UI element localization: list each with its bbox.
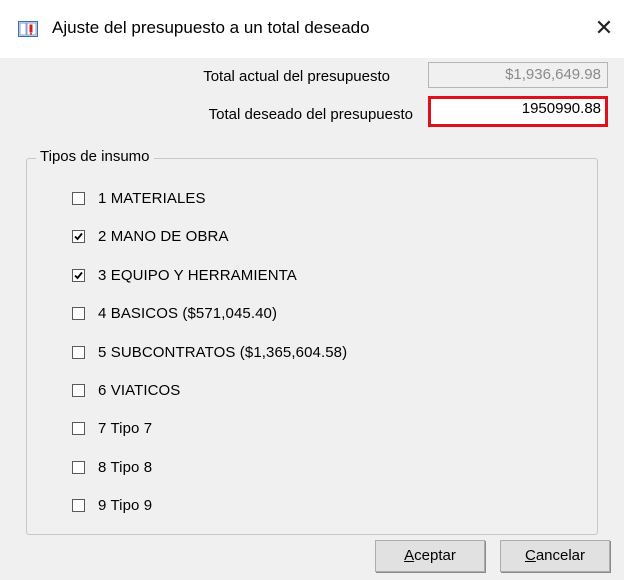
tipo-insumo-checkbox-row[interactable]: 5 SUBCONTRATOS ($1,365,604.58) — [72, 340, 347, 364]
checkbox-label: 7 Tipo 7 — [98, 419, 153, 437]
checkbox-unchecked[interactable] — [72, 306, 85, 320]
checkbox-label: 8 Tipo 8 — [98, 458, 153, 476]
accept-button[interactable]: Aceptar — [375, 540, 485, 572]
checkbox-unchecked[interactable] — [72, 460, 85, 474]
tipo-insumo-checkbox-row[interactable]: 4 BASICOS ($571,045.40) — [72, 301, 277, 325]
cancel-mnemonic: C — [524, 547, 536, 564]
cancel-button[interactable]: Cancelar — [500, 540, 610, 572]
checkbox-label: 9 Tipo 9 — [98, 496, 153, 514]
total-actual-label: Total actual del presupuesto — [203, 68, 390, 85]
window-title: Ajuste del presupuesto a un total desead… — [52, 18, 370, 37]
close-icon[interactable]: ✕ — [584, 8, 624, 48]
checkbox-unchecked[interactable] — [72, 383, 85, 397]
checkbox-checked[interactable] — [72, 268, 85, 282]
budget-adjust-dialog: Ajuste del presupuesto a un total desead… — [0, 0, 624, 580]
title-bar: Ajuste del presupuesto a un total desead… — [0, 0, 624, 58]
tipo-insumo-checkbox-row[interactable]: 1 MATERIALES — [72, 186, 206, 210]
total-deseado-label: Total deseado del presupuesto — [208, 106, 413, 123]
tipo-insumo-checkbox-row[interactable]: 9 Tipo 9 — [72, 493, 152, 517]
checkbox-label: 6 VIATICOS — [98, 381, 181, 399]
checkbox-label: 5 SUBCONTRATOS ($1,365,604.58) — [98, 343, 348, 361]
tipo-insumo-checkbox-row[interactable]: 7 Tipo 7 — [72, 416, 152, 440]
groupbox-title: Tipos de insumo — [36, 148, 154, 165]
accept-mnemonic: A — [404, 547, 415, 564]
checkbox-label: 4 BASICOS ($571,045.40) — [98, 304, 278, 322]
budget-app-icon — [18, 20, 38, 38]
checkbox-unchecked[interactable] — [72, 421, 85, 435]
tipo-insumo-checkbox-row[interactable]: 8 Tipo 8 — [72, 455, 152, 479]
tipo-insumo-checkbox-row[interactable]: 6 VIATICOS — [72, 378, 180, 402]
checkbox-label: 2 MANO DE OBRA — [98, 227, 229, 245]
cancel-label-rest: ancelar — [535, 547, 586, 564]
accept-label-rest: ceptar — [414, 547, 456, 564]
tipo-insumo-checkbox-row[interactable]: 2 MANO DE OBRA — [72, 224, 229, 248]
checkbox-label: 1 MATERIALES — [98, 189, 206, 207]
checkmark-icon — [74, 232, 83, 240]
checkbox-unchecked[interactable] — [72, 345, 85, 359]
total-actual-field: $1,936,649.98 — [428, 62, 608, 88]
tipo-insumo-checkbox-row[interactable]: 3 EQUIPO Y HERRAMIENTA — [72, 263, 297, 287]
total-deseado-input[interactable]: 1950990.88 — [428, 96, 608, 127]
checkbox-unchecked[interactable] — [72, 498, 85, 512]
checkbox-checked[interactable] — [72, 229, 85, 243]
checkmark-icon — [74, 271, 83, 279]
checkbox-label: 3 EQUIPO Y HERRAMIENTA — [98, 266, 297, 284]
checkbox-unchecked[interactable] — [72, 191, 85, 205]
